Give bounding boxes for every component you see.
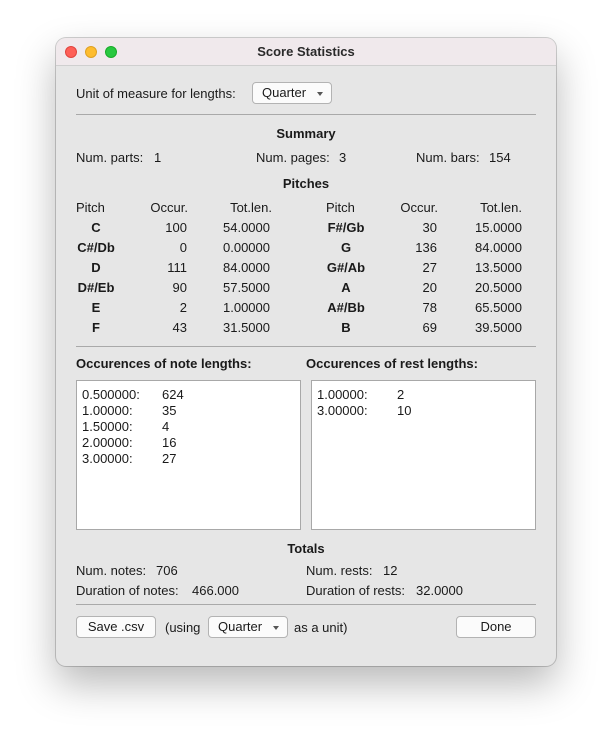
pitch-totlen: 0.00000 [223, 240, 270, 255]
note-length-count: 35 [162, 403, 177, 418]
pitch-totlen: 84.0000 [223, 260, 270, 275]
summary-title: Summary [276, 126, 336, 141]
pitch-totlen: 54.0000 [223, 220, 270, 235]
pitch-header-left: Pitch [76, 200, 105, 215]
pitch-totlen: 84.0000 [475, 240, 522, 255]
pitches-title: Pitches [282, 176, 330, 191]
pitch-name: D#/Eb [77, 280, 115, 295]
pitch-name: A#/Bb [327, 300, 365, 315]
pitch-name: D [91, 260, 101, 275]
pitch-name: C [91, 220, 101, 235]
pitch-occur: 20 [422, 280, 437, 295]
num-notes-value: 706 [156, 563, 178, 578]
unit-popup[interactable]: Quarter [252, 82, 332, 104]
pitch-occur: 27 [422, 260, 437, 275]
pitch-name: B [341, 320, 351, 335]
pitch-occur: 0 [179, 240, 187, 255]
pitch-totlen: 39.5000 [475, 320, 522, 335]
num-rests-label: Num. rests: [306, 563, 373, 578]
pitch-occur: 2 [179, 300, 187, 315]
num-notes-label: Num. notes: [76, 563, 147, 578]
pitch-name: C#/Db [77, 240, 115, 255]
note-length: 0.500000: [82, 387, 140, 402]
unit-popup-value: Quarter [262, 85, 307, 100]
pitch-occur: 30 [422, 220, 437, 235]
pitch-name: F#/Gb [327, 220, 365, 235]
pitch-occur: 111 [167, 260, 187, 275]
duration-rests-label: Duration of rests: [306, 583, 405, 598]
duration-notes-value: 466.000 [192, 583, 239, 598]
note-lengths-title: Occurences of note lengths: [76, 356, 252, 371]
pitch-name: A [341, 280, 351, 295]
window-title: Score Statistics [257, 44, 355, 59]
pitch-totlen: 1.00000 [223, 300, 270, 315]
rest-length-count: 2 [397, 387, 405, 402]
note-length: 1.50000: [82, 419, 133, 434]
totals-title: Totals [287, 541, 325, 556]
unit-label: Unit of measure for lengths: [76, 86, 236, 101]
num-rests-value: 12 [383, 563, 398, 578]
pitch-header-right: Pitch [326, 200, 355, 215]
note-length-count: 16 [162, 435, 177, 450]
num-bars-label: Num. bars: [416, 150, 480, 165]
num-parts-label: Num. parts: [76, 150, 144, 165]
title-bar: Score Statistics [56, 38, 556, 66]
rest-lengths-list[interactable]: 1.00000: 2 3.00000: 10 [311, 380, 536, 530]
rest-lengths-title: Occurences of rest lengths: [306, 356, 478, 371]
export-unit-value: Quarter [218, 619, 263, 634]
pitch-name: G [340, 240, 352, 255]
pitch-totlen: 15.0000 [475, 220, 522, 235]
duration-notes-label: Duration of notes: [76, 583, 179, 598]
num-parts-value: 1 [154, 150, 162, 165]
as-unit-label: as a unit) [294, 620, 348, 635]
note-length-count: 27 [162, 451, 177, 466]
note-length-count: 624 [162, 387, 184, 402]
pitch-totlen: 20.5000 [475, 280, 522, 295]
save-csv-button[interactable]: Save .csv [76, 616, 156, 638]
pitch-name: F [92, 320, 100, 335]
rest-length-count: 10 [397, 403, 412, 418]
using-label: (using [165, 620, 201, 635]
separator [76, 114, 536, 115]
note-length: 3.00000: [82, 451, 133, 466]
occur-header-right: Occur. [400, 200, 438, 215]
score-statistics-window: Score Statistics Unit of measure for len… [56, 38, 556, 666]
pitch-occur: 100 [165, 220, 187, 235]
num-bars-value: 154 [489, 150, 511, 165]
duration-rests-value: 32.0000 [416, 583, 463, 598]
pitch-occur: 43 [172, 320, 187, 335]
separator [76, 346, 536, 347]
totlen-header-left: Tot.len. [230, 200, 272, 215]
note-length-count: 4 [162, 419, 170, 434]
done-button[interactable]: Done [456, 616, 536, 638]
pitch-totlen: 31.5000 [223, 320, 270, 335]
num-pages-value: 3 [339, 150, 347, 165]
pitch-occur: 69 [422, 320, 437, 335]
totlen-header-right: Tot.len. [480, 200, 522, 215]
pitch-totlen: 57.5000 [223, 280, 270, 295]
note-lengths-list[interactable]: 0.500000: 624 1.00000: 35 1.50000: 4 2.0… [76, 380, 301, 530]
pitch-name: E [91, 300, 101, 315]
pitch-occur: 90 [172, 280, 187, 295]
pitch-name: G#/Ab [326, 260, 366, 275]
chevron-down-icon [273, 626, 279, 630]
rest-length: 3.00000: [317, 403, 368, 418]
pitch-occur: 78 [422, 300, 437, 315]
pitch-occur: 136 [415, 240, 437, 255]
export-unit-popup[interactable]: Quarter [208, 616, 288, 638]
occur-header-left: Occur. [150, 200, 188, 215]
num-pages-label: Num. pages: [256, 150, 330, 165]
separator [76, 604, 536, 605]
note-length: 2.00000: [82, 435, 133, 450]
rest-length: 1.00000: [317, 387, 368, 402]
pitch-totlen: 65.5000 [475, 300, 522, 315]
pitch-totlen: 13.5000 [475, 260, 522, 275]
note-length: 1.00000: [82, 403, 133, 418]
chevron-down-icon [317, 92, 323, 96]
